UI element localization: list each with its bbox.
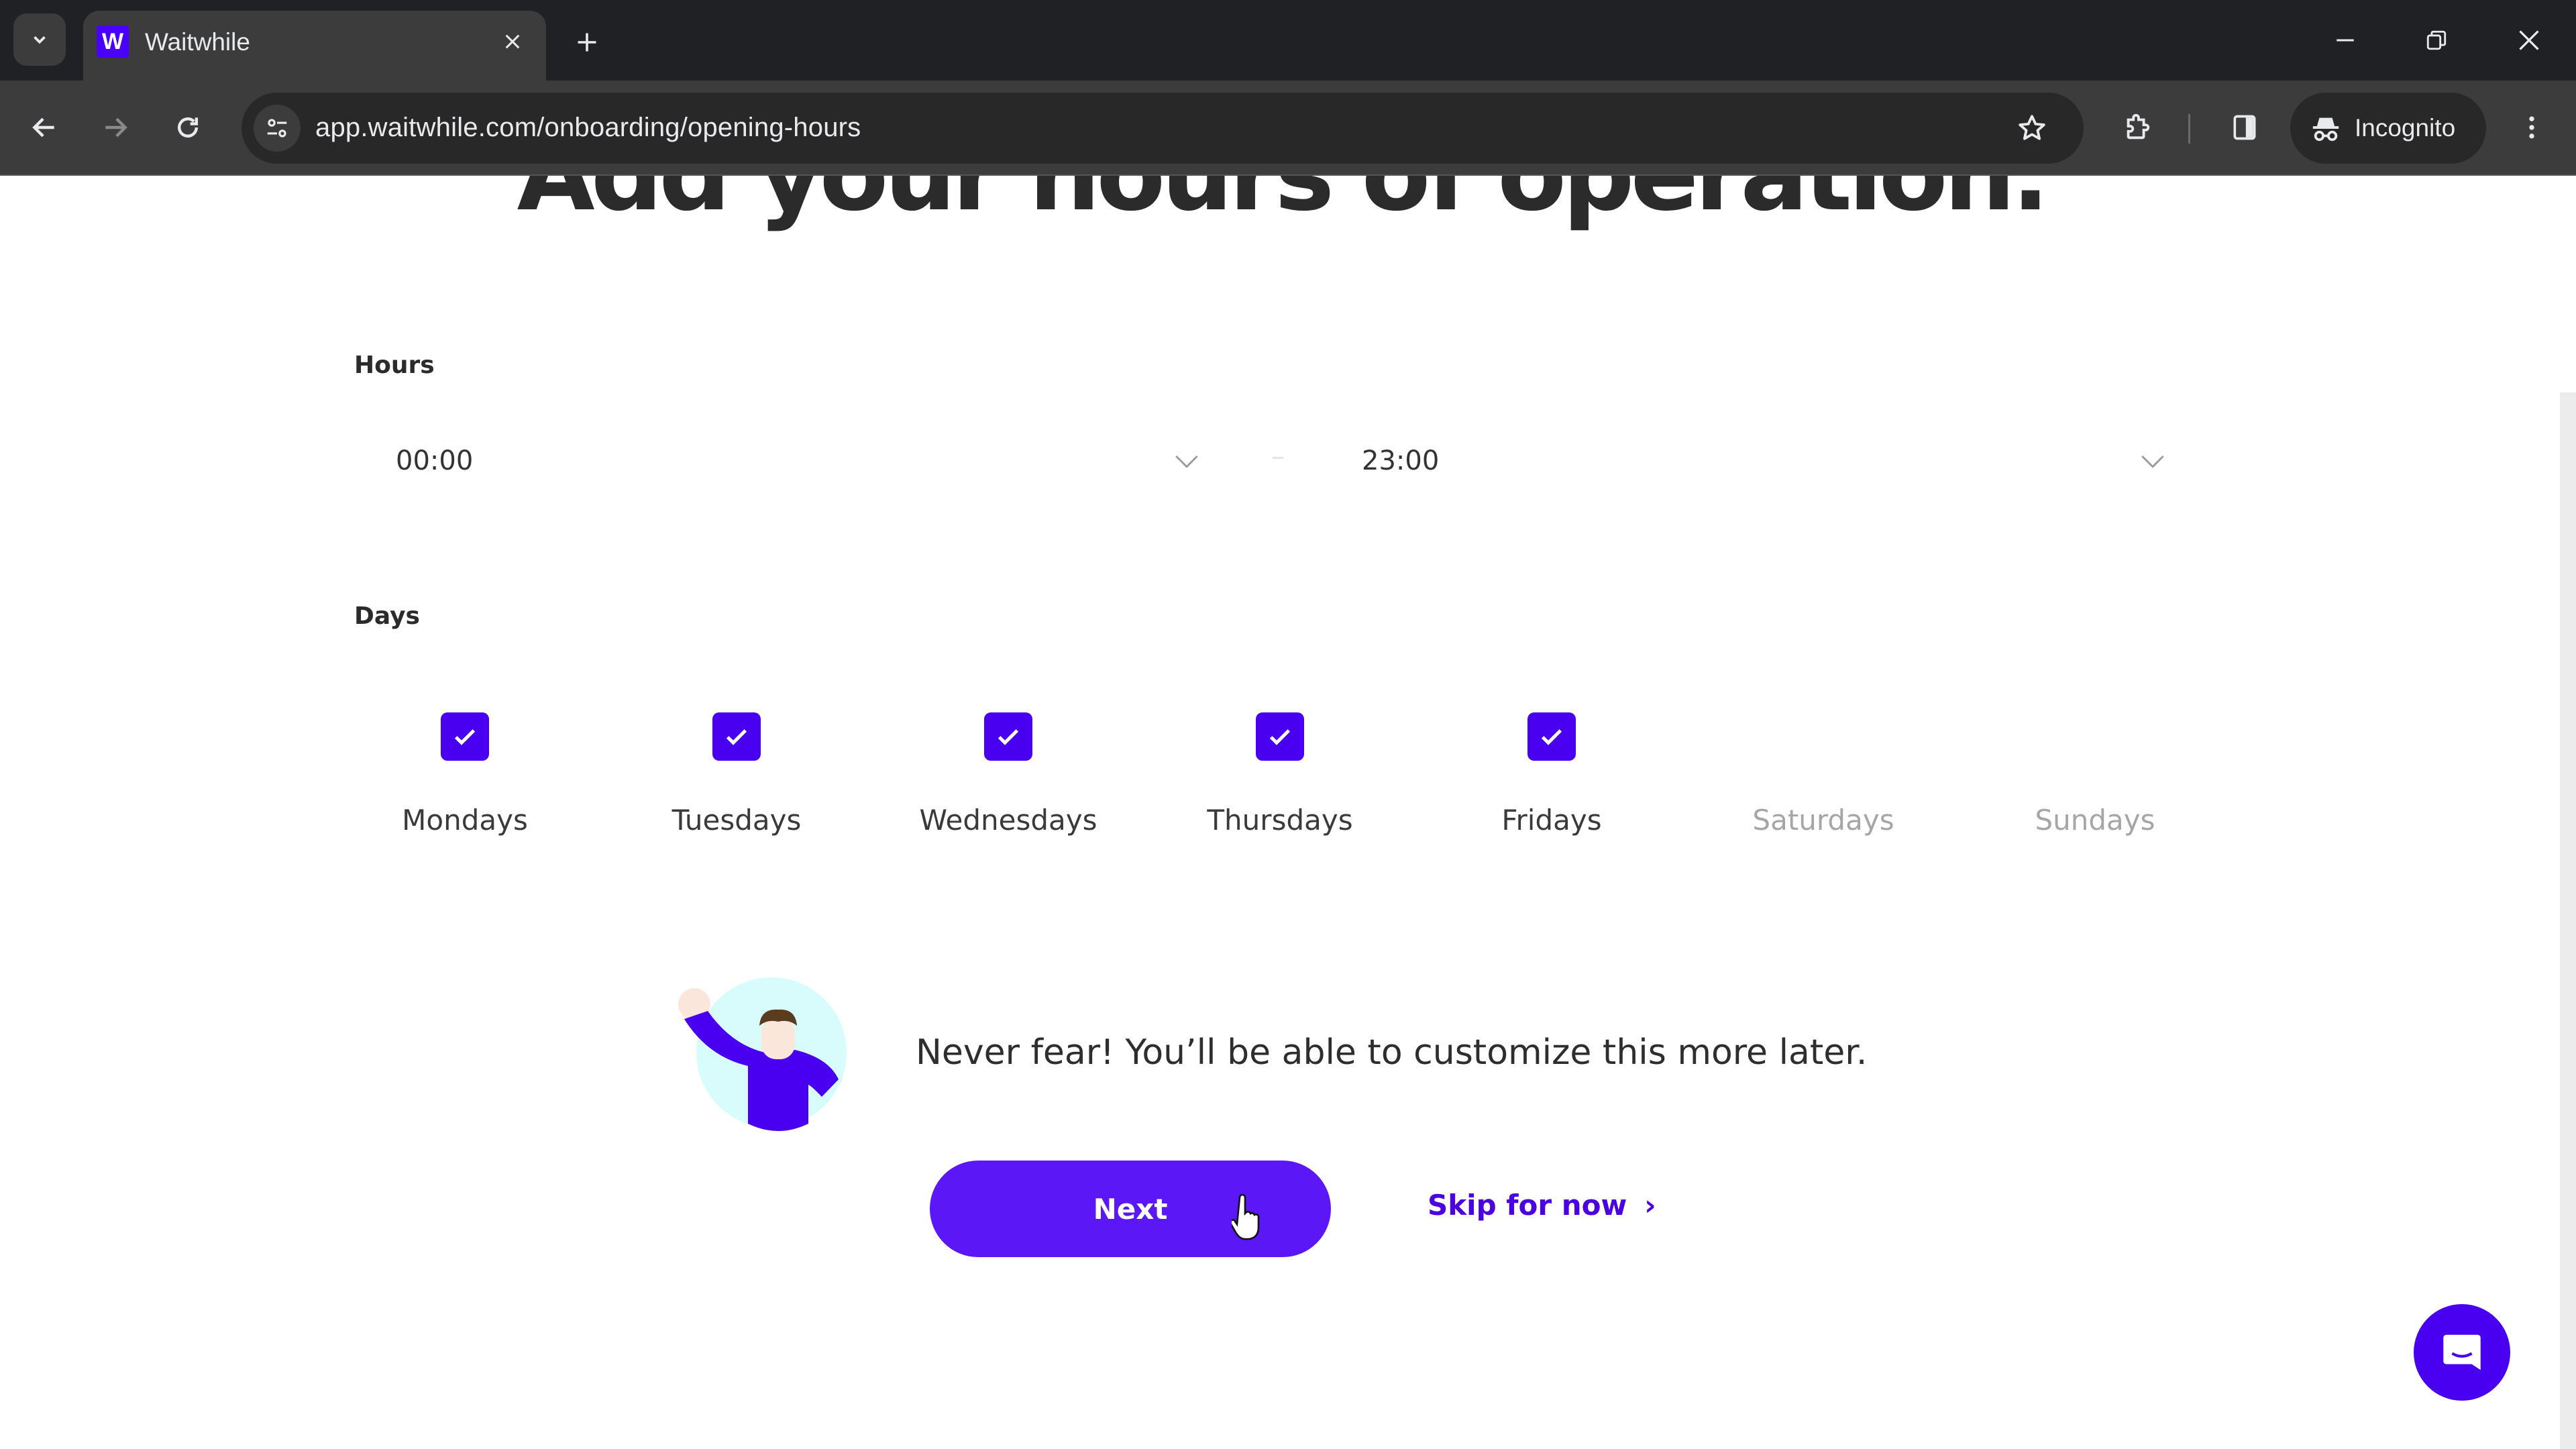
- site-info-button[interactable]: [254, 105, 301, 152]
- side-panel-button[interactable]: [2218, 101, 2271, 154]
- day-checkbox[interactable]: [1527, 712, 1576, 761]
- start-time-value: 00:00: [396, 445, 474, 476]
- checkmark-icon: [998, 729, 1019, 745]
- minimize-button[interactable]: [2312, 13, 2379, 67]
- tab-close-button[interactable]: [496, 25, 529, 58]
- day-monday[interactable]: Mondays: [364, 712, 566, 837]
- waving-person-illustration: [678, 977, 847, 1131]
- toolbar-divider: [2188, 114, 2190, 144]
- incognito-label: Incognito: [2355, 114, 2456, 142]
- restore-icon: [2426, 30, 2447, 50]
- day-wednesday[interactable]: Wednesdays: [908, 712, 1109, 837]
- day-thursday[interactable]: Thursdays: [1179, 712, 1381, 837]
- checkmark-icon: [1541, 729, 1562, 745]
- checkmark-icon: [454, 729, 476, 745]
- chevron-down-icon: [2141, 455, 2164, 468]
- day-friday[interactable]: Fridays: [1451, 712, 1652, 837]
- chat-icon: [2443, 1334, 2481, 1371]
- reassurance-message: Never fear! You’ll be able to customize …: [916, 1032, 1868, 1073]
- new-tab-button[interactable]: [568, 23, 606, 62]
- hours-label: Hours: [354, 352, 435, 379]
- day-saturday[interactable]: Saturdays: [1723, 712, 1924, 837]
- address-bar[interactable]: app.waitwhile.com/onboarding/opening-hou…: [241, 93, 2084, 164]
- browser-menu-button[interactable]: [2505, 101, 2559, 154]
- restore-button[interactable]: [2403, 13, 2470, 67]
- day-sunday[interactable]: Sundays: [1994, 712, 2196, 837]
- scrollbar[interactable]: [2560, 392, 2576, 1449]
- page-content: Add your hours of operation. Hours 00:00…: [0, 176, 2576, 1449]
- end-time-select[interactable]: 23:00: [1320, 424, 2167, 498]
- extensions-icon: [2127, 113, 2150, 140]
- day-label: Thursdays: [1207, 804, 1353, 837]
- day-checkbox[interactable]: [1256, 712, 1304, 761]
- day-label: Mondays: [402, 804, 528, 837]
- reload-button[interactable]: [161, 101, 215, 154]
- waitwhile-favicon-icon: W: [97, 25, 129, 58]
- minimize-icon: [2337, 39, 2354, 42]
- plus-icon: [578, 33, 596, 52]
- checkmark-icon: [726, 729, 747, 745]
- back-arrow-icon: [32, 117, 54, 138]
- skip-for-now-link[interactable]: Skip for now ›: [1428, 1189, 1656, 1222]
- start-time-select[interactable]: 00:00: [354, 424, 1201, 498]
- day-checkbox[interactable]: [984, 712, 1032, 761]
- incognito-icon: [2312, 117, 2339, 142]
- browser-tab[interactable]: W Waitwhile: [83, 11, 546, 80]
- days-label: Days: [354, 602, 420, 630]
- day-tuesday[interactable]: Tuesdays: [636, 712, 837, 837]
- browser-toolbar: app.waitwhile.com/onboarding/opening-hou…: [0, 80, 2576, 176]
- close-icon: [505, 34, 520, 49]
- incognito-indicator[interactable]: Incognito: [2290, 93, 2486, 164]
- back-button[interactable]: [17, 101, 71, 154]
- side-panel-icon: [2233, 115, 2256, 140]
- day-checkbox[interactable]: [712, 712, 761, 761]
- page-title: Add your hours of operation.: [0, 176, 2563, 233]
- star-icon: [2019, 115, 2045, 140]
- window-close-button[interactable]: [2496, 13, 2563, 67]
- browser-tab-bar: W Waitwhile: [0, 0, 2576, 80]
- day-label: Sundays: [2035, 804, 2155, 837]
- tab-search-button[interactable]: [13, 13, 66, 66]
- chevron-right-icon: ›: [1644, 1189, 1656, 1222]
- day-label: Tuesdays: [672, 804, 802, 837]
- window-close-icon: [2519, 30, 2539, 50]
- day-label: Fridays: [1501, 804, 1602, 837]
- kebab-menu-icon: [2529, 116, 2534, 139]
- tab-title: Waitwhile: [145, 28, 250, 56]
- bookmark-button[interactable]: [2010, 106, 2054, 150]
- url-text[interactable]: app.waitwhile.com/onboarding/opening-hou…: [315, 113, 861, 143]
- chevron-down-icon: [1175, 455, 1198, 468]
- hand-cursor-icon: [1232, 1194, 1260, 1240]
- end-time-value: 23:00: [1362, 445, 1440, 476]
- checkmark-icon: [1269, 729, 1291, 745]
- forward-button[interactable]: [89, 101, 142, 154]
- site-info-icon: [267, 119, 287, 138]
- next-button[interactable]: Next: [930, 1161, 1331, 1257]
- chevron-down-icon: [34, 36, 46, 44]
- day-label: Saturdays: [1752, 804, 1894, 837]
- range-separator: [1273, 457, 1283, 459]
- day-checkbox[interactable]: [441, 712, 489, 761]
- chat-support-button[interactable]: [2414, 1304, 2510, 1401]
- skip-label: Skip for now: [1428, 1189, 1627, 1222]
- day-label: Wednesdays: [919, 804, 1097, 837]
- forward-arrow-icon: [105, 117, 127, 138]
- extensions-button[interactable]: [2110, 101, 2164, 154]
- reload-icon: [177, 117, 199, 138]
